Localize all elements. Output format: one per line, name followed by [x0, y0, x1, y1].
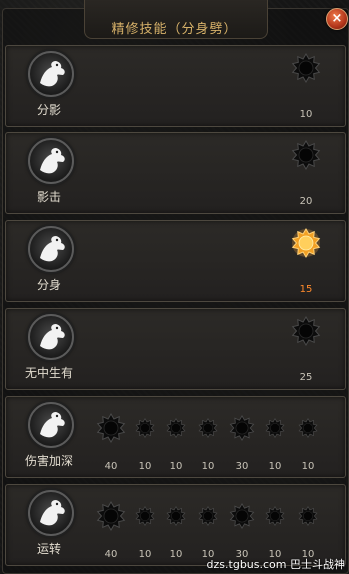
skill-row: 无中生有 25	[5, 308, 346, 390]
skill-name: 无中生有	[24, 366, 73, 380]
locked-skill-node-icon[interactable]	[291, 140, 321, 170]
skill-row: 运转 40 10 10 10 30 10 10	[5, 484, 346, 566]
white-dragon-icon[interactable]	[28, 226, 74, 272]
white-dragon-icon[interactable]	[28, 51, 74, 97]
locked-skill-node-icon[interactable]	[198, 418, 218, 438]
locked-skill-node-icon[interactable]	[135, 506, 155, 526]
skill-row: 伤害加深 40 10 10 10 30 10 10	[5, 396, 346, 478]
skill-name: 分影	[36, 103, 61, 117]
locked-skill-node-icon[interactable]	[198, 506, 218, 526]
node-level-requirement: 10	[299, 109, 313, 120]
skill-row: 分影 10	[5, 45, 346, 127]
skill-name: 运转	[36, 542, 61, 556]
window-title: 精修技能（分身劈）	[111, 22, 238, 37]
watermark: dzs.tgbus.com 巴士斗战神	[206, 558, 345, 571]
close-button[interactable]: ×	[326, 8, 348, 30]
skill-row: 分身 15	[5, 220, 346, 302]
locked-skill-node-icon[interactable]	[229, 503, 255, 529]
active-skill-node-icon[interactable]	[291, 228, 321, 258]
white-dragon-icon[interactable]	[28, 314, 74, 360]
locked-skill-node-icon[interactable]	[265, 506, 285, 526]
node-level-requirement: 20	[299, 196, 313, 207]
locked-skill-node-icon[interactable]	[166, 506, 186, 526]
locked-skill-node-icon[interactable]	[298, 506, 318, 526]
white-dragon-icon[interactable]	[28, 402, 74, 448]
node-level-requirement: 25	[299, 372, 313, 383]
skill-name: 伤害加深	[24, 454, 73, 468]
locked-skill-node-icon[interactable]	[96, 501, 126, 531]
locked-skill-node-icon[interactable]	[96, 413, 126, 443]
node-level-requirement: 15	[299, 284, 313, 295]
locked-skill-node-icon[interactable]	[265, 418, 285, 438]
skill-name: 影击	[36, 190, 61, 204]
skill-row: 影击 20	[5, 132, 346, 214]
locked-skill-node-icon[interactable]	[298, 418, 318, 438]
white-dragon-icon[interactable]	[28, 138, 74, 184]
locked-skill-node-icon[interactable]	[291, 316, 321, 346]
node-level-requirement: 10	[301, 461, 315, 472]
locked-skill-node-icon[interactable]	[229, 415, 255, 441]
locked-skill-node-icon[interactable]	[135, 418, 155, 438]
white-dragon-icon[interactable]	[28, 490, 74, 536]
skill-name: 分身	[36, 278, 61, 292]
locked-skill-node-icon[interactable]	[291, 53, 321, 83]
locked-skill-node-icon[interactable]	[166, 418, 186, 438]
